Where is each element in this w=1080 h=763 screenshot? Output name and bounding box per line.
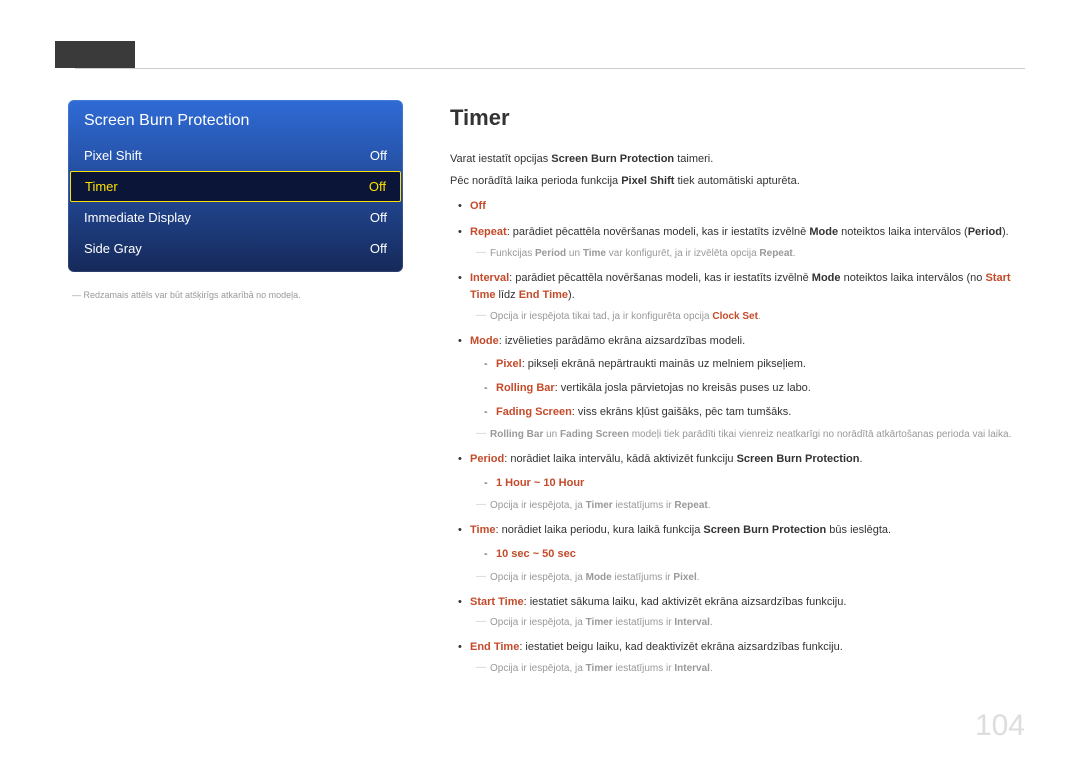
section-title: Timer [450, 100, 1025, 135]
header-accent [55, 41, 135, 68]
page-number: 104 [975, 709, 1025, 743]
osd-value: Off [370, 148, 387, 163]
osd-row-side-gray[interactable]: Side Gray Off [68, 233, 403, 264]
header-rule [75, 68, 1025, 69]
option-off: Off [450, 198, 1025, 216]
sub-pixel: Pixel: pikseļi ekrānā nepārtraukti mainā… [470, 356, 1025, 374]
period-range: 1 Hour ~ 10 Hour [470, 475, 1025, 493]
osd-value: Off [370, 241, 387, 256]
osd-value: Off [369, 179, 386, 194]
content-column: Timer Varat iestatīt opcijas Screen Burn… [450, 100, 1025, 685]
osd-row-immediate-display[interactable]: Immediate Display Off [68, 202, 403, 233]
option-end-time: End Time: iestatiet beigu laiku, kad dea… [450, 639, 1025, 677]
sub-rolling-bar: Rolling Bar: vertikāla josla pārvietojas… [470, 380, 1025, 398]
repeat-note: Funkcijas Period un Time var konfigurēt,… [470, 246, 1025, 262]
option-start-time: Start Time: iestatiet sākuma laiku, kad … [450, 594, 1025, 632]
manual-page: Screen Burn Protection Pixel Shift Off T… [0, 0, 1080, 763]
option-mode: Mode: izvēlieties parādāmo ekrāna aizsar… [450, 333, 1025, 443]
osd-row-pixel-shift[interactable]: Pixel Shift Off [68, 140, 403, 171]
interval-note: Opcija ir iespējota tikai tad, ja ir kon… [470, 309, 1025, 325]
period-note: Opcija ir iespējota, ja Timer iestatījum… [470, 498, 1025, 514]
osd-panel: Screen Burn Protection Pixel Shift Off T… [68, 100, 403, 272]
start-note: Opcija ir iespējota, ja Timer iestatījum… [470, 615, 1025, 631]
osd-label: Side Gray [84, 241, 142, 256]
osd-label: Timer [85, 179, 118, 194]
option-repeat: Repeat: parādiet pēcattēla novēršanas mo… [450, 224, 1025, 262]
osd-label: Immediate Display [84, 210, 191, 225]
intro-line-1: Varat iestatīt opcijas Screen Burn Prote… [450, 151, 1025, 169]
time-range: 10 sec ~ 50 sec [470, 546, 1025, 564]
mode-note: Rolling Bar un Fading Screen modeļi tiek… [470, 427, 1025, 443]
osd-footnote: ― Redzamais attēls var būt atšķirīgs atk… [68, 290, 403, 300]
intro-line-2: Pēc norādītā laika perioda funkcija Pixe… [450, 173, 1025, 191]
osd-label: Pixel Shift [84, 148, 142, 163]
time-note: Opcija ir iespējota, ja Mode iestatījums… [470, 570, 1025, 586]
end-note: Opcija ir iespējota, ja Timer iestatījum… [470, 661, 1025, 677]
option-list: Off Repeat: parādiet pēcattēla novēršana… [450, 198, 1025, 676]
option-time: Time: norādiet laika periodu, kura laikā… [450, 522, 1025, 585]
sub-fading-screen: Fading Screen: viss ekrāns kļūst gaišāks… [470, 404, 1025, 422]
osd-row-timer[interactable]: Timer Off [70, 171, 401, 202]
osd-title: Screen Burn Protection [68, 100, 403, 140]
left-column: Screen Burn Protection Pixel Shift Off T… [68, 100, 403, 300]
option-period: Period: norādiet laika intervālu, kādā a… [450, 451, 1025, 514]
option-interval: Interval: parādiet pēcattēla novēršanas … [450, 270, 1025, 325]
osd-value: Off [370, 210, 387, 225]
